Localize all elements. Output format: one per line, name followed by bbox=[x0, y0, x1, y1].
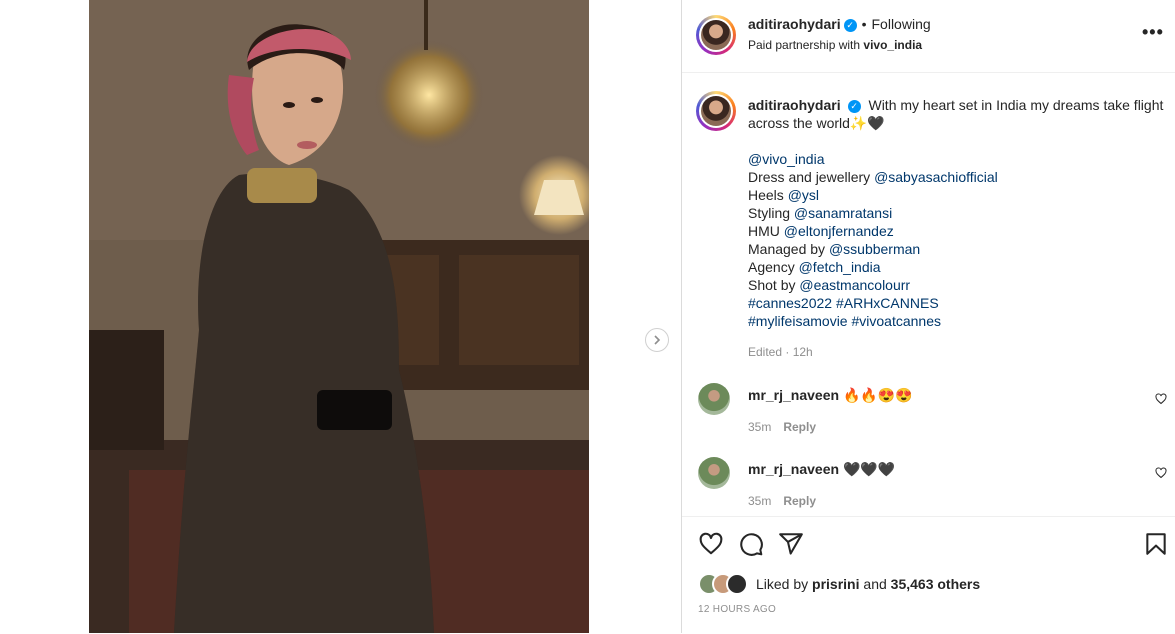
liked-by-prefix: Liked by bbox=[756, 576, 809, 592]
left-margin bbox=[0, 0, 89, 633]
post-image[interactable] bbox=[89, 0, 589, 633]
credit-prefix: Heels bbox=[748, 187, 788, 203]
comment-time: 35m bbox=[748, 420, 772, 434]
caption-link[interactable]: @vivo_india bbox=[748, 151, 824, 167]
bookmark-icon[interactable] bbox=[1143, 531, 1169, 557]
caption-credit-line: Styling @sanamratansi bbox=[748, 204, 1168, 222]
credit-prefix: Styling bbox=[748, 205, 794, 221]
caption-link[interactable]: #cannes2022 #ARHxCANNES bbox=[748, 295, 939, 311]
verified-badge-icon: ✓ bbox=[843, 19, 857, 32]
caption-credit-line: Agency @fetch_india bbox=[748, 258, 1168, 276]
credit-prefix: Managed by bbox=[748, 241, 829, 257]
caption-link[interactable]: @eastmancolourr bbox=[799, 277, 910, 293]
author-username[interactable]: aditiraohydari bbox=[748, 16, 841, 32]
credit-prefix: Shot by bbox=[748, 277, 800, 293]
caption-credit-line: Dress and jewellery @sabyasachiofficial bbox=[748, 168, 1168, 186]
caption-credit-line: @vivo_india bbox=[748, 150, 1168, 168]
caption-author-avatar[interactable] bbox=[696, 91, 736, 131]
caption-credit-line: #cannes2022 #ARHxCANNES bbox=[748, 294, 1168, 312]
credit-prefix: Dress and jewellery bbox=[748, 169, 875, 185]
heart-icon[interactable] bbox=[698, 531, 724, 557]
comment-body: mr_rj_naveen 🔥🔥😍😍 bbox=[748, 387, 913, 404]
post-header: aditiraohydari ✓ • Following Paid partnersh… bbox=[682, 0, 1175, 73]
commenter-avatar[interactable] bbox=[698, 457, 730, 489]
caption-username[interactable]: aditiraohydari bbox=[748, 97, 841, 113]
more-options-icon[interactable]: ••• bbox=[1142, 22, 1164, 43]
edited-timestamp: Edited · 12h bbox=[748, 345, 813, 359]
share-icon[interactable] bbox=[778, 531, 804, 557]
caption-link[interactable]: @sabyasachiofficial bbox=[874, 169, 998, 185]
commenter-username[interactable]: mr_rj_naveen bbox=[748, 461, 839, 477]
comment-text: 🖤🖤🖤 bbox=[842, 461, 896, 477]
caption-credit-line: Heels @ysl bbox=[748, 186, 1168, 204]
comment-meta: 35m Reply bbox=[748, 420, 816, 434]
caption-link[interactable]: @ysl bbox=[788, 187, 819, 203]
separator-dot: • bbox=[861, 16, 867, 32]
liker-avatar bbox=[726, 573, 748, 595]
comment-body: mr_rj_naveen 🖤🖤🖤 bbox=[748, 461, 895, 478]
likes-count-link[interactable]: 35,463 others bbox=[891, 576, 981, 592]
post-side-panel: aditiraohydari ✓ • Following Paid partnersh… bbox=[681, 0, 1175, 633]
caption-link[interactable]: @sanamratansi bbox=[794, 205, 892, 221]
next-arrow-icon[interactable] bbox=[645, 328, 669, 352]
caption-credit-line: HMU @eltonjfernandez bbox=[748, 222, 1168, 240]
comment-meta: 35m Reply bbox=[748, 494, 816, 508]
liker-name-link[interactable]: prisrini bbox=[812, 576, 859, 592]
caption-link[interactable]: @eltonjfernandez bbox=[784, 223, 894, 239]
comment-item: mr_rj_naveen 🔥🔥😍😍 35m Reply bbox=[682, 383, 1175, 443]
carousel-gutter bbox=[589, 0, 681, 633]
post-timestamp[interactable]: 12 HOURS AGO bbox=[698, 604, 776, 615]
comment-like-heart-icon[interactable] bbox=[1155, 467, 1167, 479]
comment-like-heart-icon[interactable] bbox=[1155, 393, 1167, 405]
credit-prefix: Agency bbox=[748, 259, 799, 275]
caption-credit-line: #mylifeisamovie #vivoatcannes bbox=[748, 312, 1168, 330]
comment-time: 35m bbox=[748, 494, 772, 508]
caption-verified-badge-icon: ✓ bbox=[847, 100, 861, 113]
caption-credit-line: Shot by @eastmancolourr bbox=[748, 276, 1168, 294]
post-image-illustration bbox=[89, 0, 589, 633]
reply-button[interactable]: Reply bbox=[783, 494, 816, 508]
header-username-row: aditiraohydari ✓ • Following bbox=[748, 16, 931, 32]
author-avatar[interactable] bbox=[696, 15, 736, 55]
caption-link[interactable]: @fetch_india bbox=[799, 259, 881, 275]
follow-status-button[interactable]: Following bbox=[872, 16, 931, 32]
commenter-username[interactable]: mr_rj_naveen bbox=[748, 387, 839, 403]
liked-by-middle: and bbox=[863, 576, 887, 592]
caption-link[interactable]: @ssubberman bbox=[829, 241, 920, 257]
reply-button[interactable]: Reply bbox=[783, 420, 816, 434]
likes-summary: Liked by prisrini and 35,463 others bbox=[756, 576, 980, 592]
post-caption: aditiraohydari ✓ With my heart set in Ind… bbox=[748, 96, 1168, 330]
commenter-avatar[interactable] bbox=[698, 383, 730, 415]
paid-partnership-label: Paid partnership with vivo_india bbox=[748, 38, 922, 52]
caption-first-line: aditiraohydari ✓ With my heart set in Ind… bbox=[748, 96, 1168, 132]
comment-text: 🔥🔥😍😍 bbox=[842, 387, 913, 403]
credit-prefix: HMU bbox=[748, 223, 784, 239]
partner-prefix: Paid partnership with bbox=[748, 38, 861, 52]
caption-credit-line: Managed by @ssubberman bbox=[748, 240, 1168, 258]
comment-item: mr_rj_naveen 🖤🖤🖤 35m Reply bbox=[682, 457, 1175, 517]
post-actions: Liked by prisrini and 35,463 others 12 H… bbox=[682, 516, 1175, 634]
caption-link[interactable]: #mylifeisamovie #vivoatcannes bbox=[748, 313, 941, 329]
comment-icon[interactable] bbox=[738, 531, 764, 557]
partner-name-link[interactable]: vivo_india bbox=[863, 38, 922, 52]
caption-credits: @vivo_india Dress and jewellery @sabyasac… bbox=[748, 150, 1168, 330]
